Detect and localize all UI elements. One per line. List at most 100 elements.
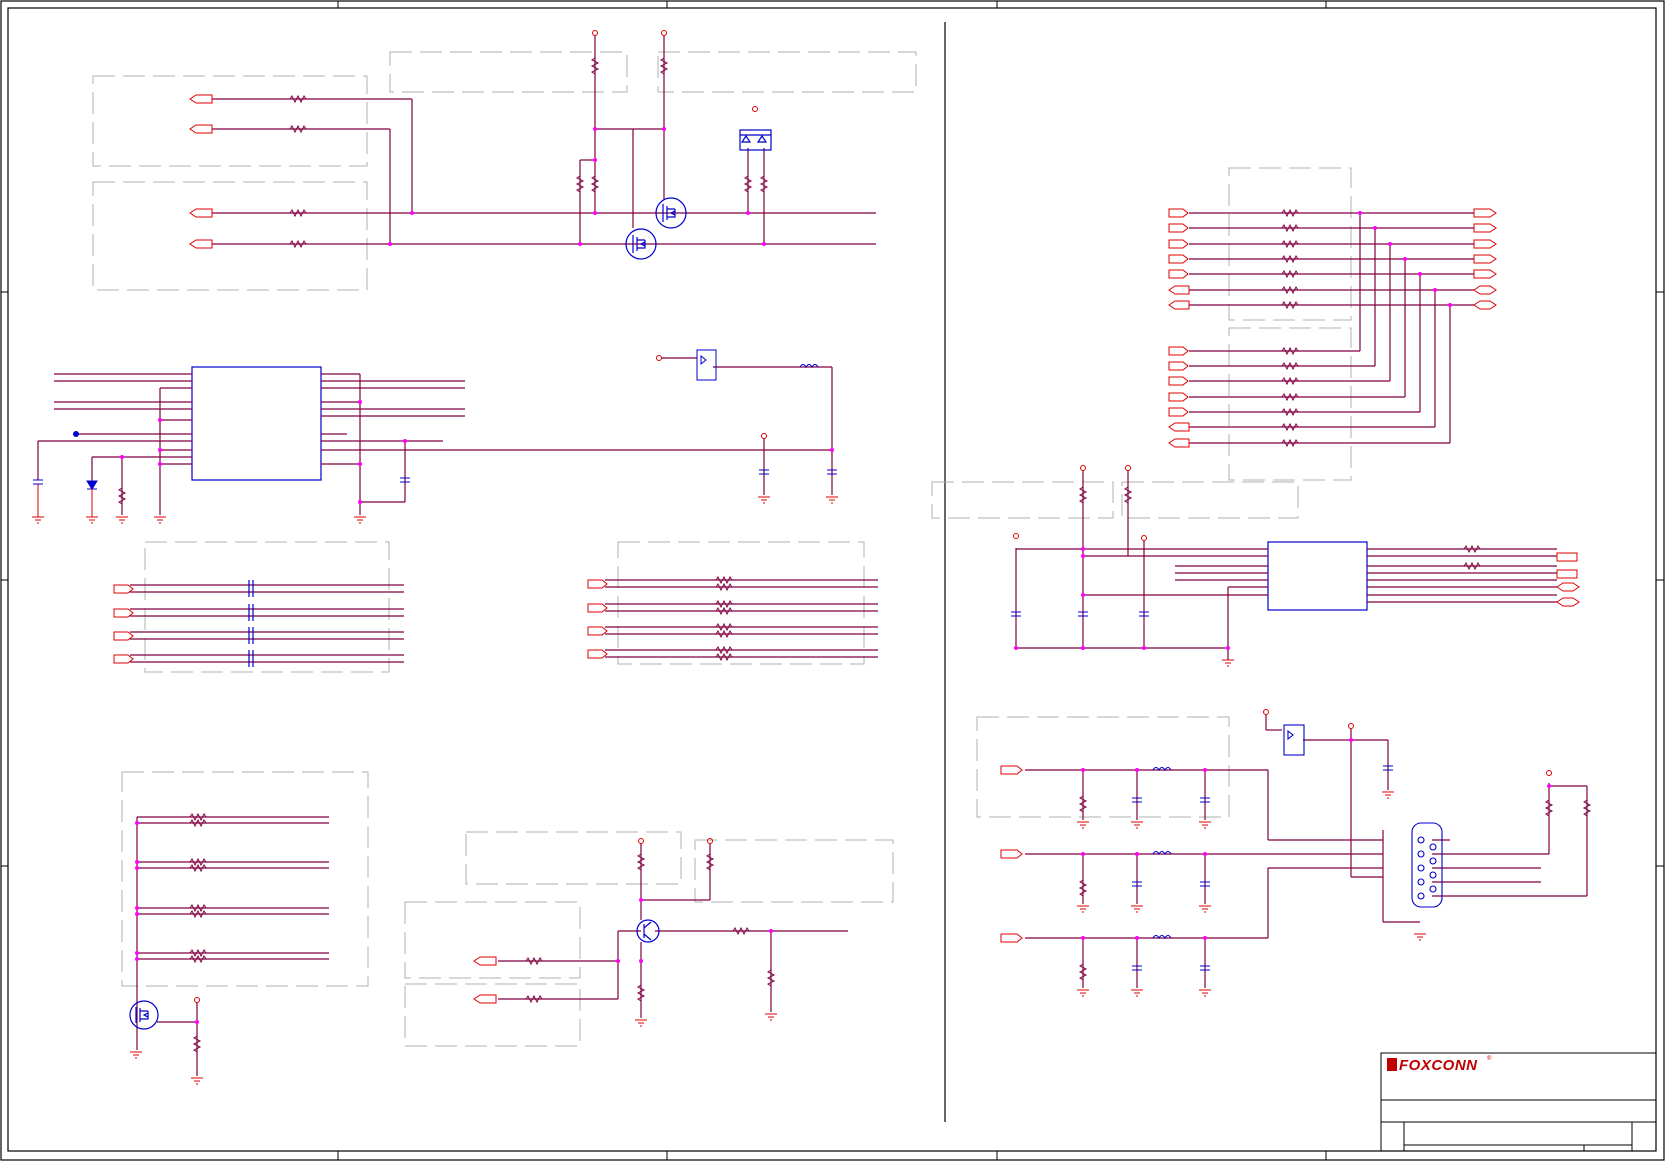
zener-diode-icon (86, 480, 98, 490)
capacitor-icon (248, 604, 254, 621)
port-diff-pair-icon (113, 608, 134, 618)
ground-icon (765, 1013, 777, 1021)
port-out-icon (1556, 582, 1580, 592)
mosfet-icon (129, 1000, 159, 1030)
ddc-junctions (388, 127, 766, 246)
capacitor-icon (33, 479, 43, 485)
port-diff-pair-icon (113, 631, 134, 641)
port-diff-pair-icon (113, 654, 134, 664)
ground-icon (635, 1019, 647, 1027)
ground-icon (1131, 821, 1143, 829)
port-out-icon (1473, 223, 1497, 233)
port-icon (1168, 300, 1190, 310)
port-out-icon (1556, 597, 1580, 607)
port-icon (1168, 285, 1190, 295)
ground-icon (1222, 659, 1234, 667)
port-out-icon (1473, 269, 1497, 279)
capacitor-icon (248, 580, 254, 597)
ground-icon (130, 1051, 142, 1059)
port-ddc-4 (189, 239, 213, 249)
power-flag-icon (656, 355, 662, 361)
vga-output-block (1000, 709, 1592, 997)
port-out-icon (1473, 239, 1497, 249)
foxconn-logo: FOXCONN ® (1387, 1055, 1492, 1074)
schematic-sheet: FOXCONN ® (0, 0, 1665, 1161)
port-ddc-1 (189, 94, 213, 104)
pullup-bank-block (129, 812, 329, 1085)
registered-mark: ® (1487, 1055, 1492, 1062)
regulator-icon (1283, 724, 1305, 756)
ground-icon (1077, 821, 1089, 829)
port-ddc-2 (189, 124, 213, 134)
port-ddc-3 (189, 208, 213, 218)
port-icon (473, 956, 497, 966)
port-icon (1168, 407, 1189, 417)
ic-decoupling (33, 349, 837, 490)
ground-icon (154, 516, 166, 524)
port-icon (1168, 392, 1189, 402)
ground-icon (1414, 933, 1426, 941)
ground-icon (1199, 989, 1211, 997)
test-point-icon (73, 431, 79, 437)
port-out-icon (1473, 254, 1497, 264)
port-out-icon (1473, 208, 1497, 218)
power-flag-icon (1080, 465, 1086, 471)
ground-icon (1077, 989, 1089, 997)
ground-icon (1131, 905, 1143, 913)
port-icon (473, 994, 497, 1004)
ddc-level-shift-block (212, 35, 876, 245)
port-green-icon (1000, 849, 1023, 859)
power-flag-icon (194, 997, 200, 1003)
port-icon (1168, 239, 1189, 249)
ddc-mosfets (625, 129, 772, 260)
power-flag-icon (1263, 709, 1269, 715)
vga-connector-icon (1411, 822, 1443, 908)
company-logo-text: FOXCONN (1399, 1057, 1478, 1074)
power-flag-icon (761, 433, 767, 439)
ground-icon (1199, 821, 1211, 829)
ground-icon (191, 1077, 203, 1085)
scaler-ic-block (32, 349, 838, 524)
regulator-icon (696, 349, 717, 381)
ground-icon (354, 516, 366, 524)
ic-body (191, 366, 322, 481)
termination-block (587, 575, 878, 662)
diode-array-icon (739, 129, 772, 151)
ddc-power-flags (592, 30, 758, 112)
power-flag-icon (707, 838, 713, 844)
port-red-icon (1000, 765, 1023, 775)
ground-icon (1199, 905, 1211, 913)
ic-body (1267, 541, 1368, 611)
ground-icon (758, 496, 770, 504)
port-diff-pair-icon (587, 579, 608, 589)
transistor-switch-block (473, 838, 848, 1027)
port-icon (1168, 422, 1190, 432)
port-out-icon (1473, 285, 1497, 295)
port-out-icon (1473, 300, 1497, 310)
port-icon (1168, 223, 1189, 233)
capacitor-icon (248, 627, 254, 644)
power-flag-icon (752, 106, 758, 112)
ground-icon (1077, 905, 1089, 913)
port-diff-pair-icon (113, 584, 134, 594)
power-flag-icon (638, 838, 644, 844)
power-flag-icon (1546, 770, 1552, 776)
port-diff-pair-icon (587, 649, 608, 659)
port-blue-icon (1000, 933, 1023, 943)
port-icon (1168, 376, 1189, 386)
ac-coupling-block (113, 580, 404, 667)
power-flag-icon (1125, 465, 1131, 471)
power-flag-icon (1141, 535, 1147, 541)
power-flag-icon (1348, 723, 1354, 729)
ground-icon (116, 516, 128, 524)
port-out-icon (1556, 552, 1578, 562)
port-diff-pair-icon (587, 603, 608, 613)
power-flag-icon (661, 30, 667, 36)
ddc-ports (189, 94, 213, 249)
ground-icon (86, 489, 98, 524)
port-icon (1168, 361, 1189, 371)
capacitor-icon (248, 650, 254, 667)
power-flag-icon (1013, 533, 1019, 539)
ddc-resistors (289, 57, 769, 249)
ground-icon (32, 484, 44, 524)
